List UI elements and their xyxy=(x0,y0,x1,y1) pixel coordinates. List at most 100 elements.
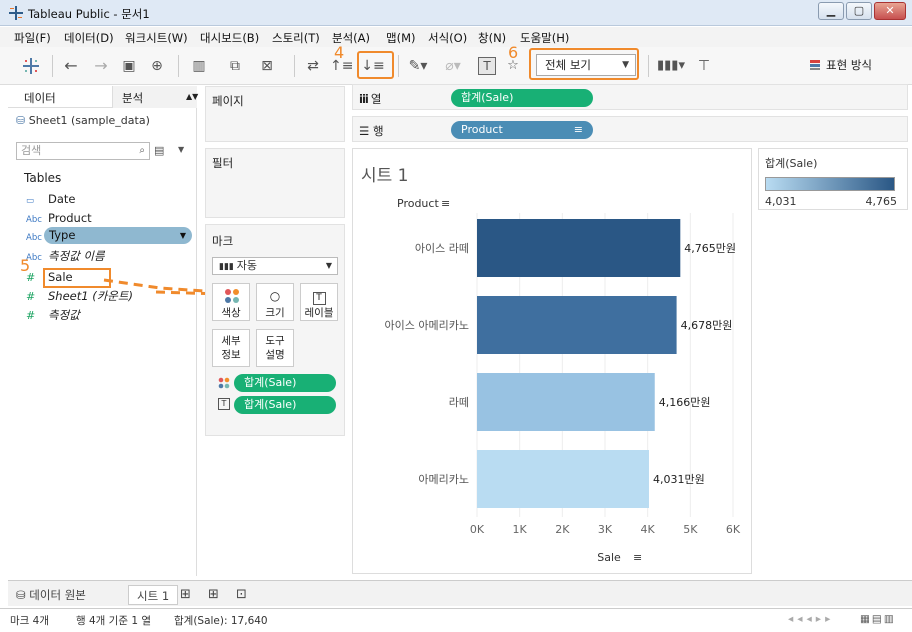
new-datasource-icon[interactable]: ⊕ xyxy=(146,55,168,77)
chevron-down-icon[interactable]: ▼ xyxy=(178,145,184,154)
bar-2 xyxy=(477,296,677,354)
label-icon: T xyxy=(218,398,230,410)
datasource-item[interactable]: ⛁ Sheet1 (sample_data) xyxy=(16,114,150,127)
field-label: Type xyxy=(49,228,76,242)
tab-sheet-1[interactable]: 시트 1 xyxy=(128,585,179,605)
sort-icon: ≡ xyxy=(441,197,450,210)
tableau-home-icon[interactable] xyxy=(20,55,42,77)
menu-story[interactable]: 스토리(T) xyxy=(272,30,320,46)
duplicate-sheet-icon[interactable]: ⧉ xyxy=(224,55,246,77)
label-button[interactable]: T 레이블 xyxy=(300,283,338,321)
color-button[interactable]: 색상 xyxy=(212,283,250,321)
y-axis-title: Product xyxy=(397,197,439,210)
title-bar: Tableau Public - 문서1 ▁ ▢ ✕ xyxy=(0,0,912,26)
color-legend[interactable]: 합계(Sale) 4,031 4,765 xyxy=(758,148,908,210)
label-sale-pill[interactable]: 합계(Sale) xyxy=(234,396,336,414)
search-input[interactable]: 검색 ⌕ xyxy=(16,142,150,160)
x-tick-label: 4K xyxy=(641,523,656,536)
swap-rows-columns-icon[interactable]: ⇄ xyxy=(302,55,324,77)
show-cards-icon[interactable]: ▮▮▮▾ xyxy=(656,55,686,77)
x-tick-label: 5K xyxy=(683,523,698,536)
new-dashboard-icon[interactable]: ⊞ xyxy=(208,585,219,605)
data-label: 4,031만원 xyxy=(653,473,705,486)
field-label: 측정값 이름 xyxy=(48,249,105,263)
columns-shelf[interactable]: iii 열 합계(Sale) xyxy=(352,84,908,110)
legend-title: 합계(Sale) xyxy=(765,157,818,170)
pages-shelf-title: 페이지 xyxy=(212,94,244,108)
tab-datasource[interactable]: ⛁ 데이터 원본 xyxy=(16,585,86,605)
status-rows: 행 4개 기준 1 열 xyxy=(76,615,152,627)
field-date[interactable]: ▭ Date xyxy=(26,190,76,208)
tab-analysis[interactable]: 분석 xyxy=(122,90,143,106)
undo-icon[interactable]: ← xyxy=(60,55,82,77)
show-me-button[interactable]: 표현 방식 xyxy=(810,57,872,73)
chevron-down-icon: ▼ xyxy=(179,231,186,240)
color-sale-pill[interactable]: 합계(Sale) xyxy=(234,374,336,392)
minimize-button[interactable]: ▁ xyxy=(818,2,844,20)
menu-dashboard[interactable]: 대시보드(B) xyxy=(200,30,259,46)
size-button[interactable]: ○ 크기 xyxy=(256,283,294,321)
redo-icon[interactable]: → xyxy=(90,55,112,77)
tooltip-button[interactable]: 도구 설명 xyxy=(256,329,294,367)
new-worksheet-icon[interactable]: ⊞ xyxy=(180,585,191,605)
size-icon: ○ xyxy=(269,289,281,303)
show-me-label: 표현 방식 xyxy=(826,58,872,72)
close-button[interactable]: ✕ xyxy=(874,2,906,20)
show-me-icon xyxy=(810,60,820,70)
save-icon[interactable]: ▣ xyxy=(118,55,140,77)
highlight-pen-icon[interactable]: ✎▾ xyxy=(404,55,432,77)
filters-shelf[interactable]: 필터 xyxy=(205,148,345,218)
sheet-navigation-icon[interactable]: ◂◂◂▸▸ xyxy=(788,613,834,625)
data-label: 4,166만원 xyxy=(659,396,711,409)
mark-type-value: 자동 xyxy=(236,259,257,272)
status-marks: 마크 4개 xyxy=(10,615,49,627)
new-worksheet-icon[interactable]: ▥ xyxy=(186,55,212,77)
rows-shelf[interactable]: ☰ 행 Product ≡ xyxy=(352,116,908,142)
tooltip-label-1: 도구 xyxy=(265,335,285,347)
view-list-icon[interactable]: ▤ xyxy=(154,144,164,157)
marks-card-title: 마크 xyxy=(212,234,234,248)
clear-sheet-icon[interactable]: ⊠ xyxy=(254,55,280,77)
menu-map[interactable]: 맵(M) xyxy=(386,30,415,46)
menu-file[interactable]: 파일(F) xyxy=(14,30,51,46)
new-story-icon[interactable]: ⊡ xyxy=(236,585,247,605)
x-tick-label: 3K xyxy=(598,523,613,536)
field-product[interactable]: Abc Product xyxy=(26,209,92,227)
bar-chart: Product ≡아이스 라떼 4,765만원아이스 아메리카노 4,678만원라떼 4… xyxy=(385,197,741,564)
presentation-mode-icon[interactable]: ⊤ xyxy=(694,55,714,77)
category-label: 아이스 아메리카노 xyxy=(385,319,469,332)
field-measure-values[interactable]: # 측정값 xyxy=(26,306,80,324)
field-measure-names[interactable]: Abc 측정값 이름 xyxy=(26,247,105,265)
view-switcher-icon[interactable]: ▦▤▥ xyxy=(860,613,896,625)
calendar-icon: ▭ xyxy=(26,196,35,206)
menu-worksheet[interactable]: 워크시트(W) xyxy=(125,30,188,46)
legend-min-value: 4,031 xyxy=(765,195,797,208)
detail-button[interactable]: 세부 정보 xyxy=(212,329,250,367)
field-label: Product xyxy=(48,211,92,225)
mark-type-select[interactable]: ▮▮▮ 자동 ▼ xyxy=(212,257,338,275)
pane-menu-icon[interactable]: ▲▼ xyxy=(186,92,198,101)
label-icon: T xyxy=(301,287,337,305)
menu-help[interactable]: 도움말(H) xyxy=(520,30,569,46)
tableau-logo-icon xyxy=(9,6,23,20)
pages-shelf[interactable]: 페이지 xyxy=(205,86,345,142)
show-mark-labels-icon[interactable]: T xyxy=(476,55,498,77)
menu-window[interactable]: 창(N) xyxy=(478,30,506,46)
annotation-number-6: 6 xyxy=(508,43,519,62)
rows-product-pill[interactable]: Product ≡ xyxy=(451,121,593,139)
menu-format[interactable]: 서식(O) xyxy=(428,30,467,46)
maximize-button[interactable]: ▢ xyxy=(846,2,872,20)
annotation-number-4: 4 xyxy=(334,43,345,62)
field-type-selected-pill[interactable]: Type ▼ xyxy=(44,227,192,244)
field-label: Date xyxy=(48,192,76,206)
annotation-number-5: 5 xyxy=(20,256,31,275)
x-axis-title: Sale xyxy=(597,551,621,564)
sort-icon: ≡ xyxy=(633,551,642,564)
number-type-icon: # xyxy=(26,309,36,322)
sort-descending-highlight xyxy=(357,51,394,79)
tab-data[interactable]: 데이터 xyxy=(24,90,56,106)
group-members-icon[interactable]: ⌀▾ xyxy=(440,55,466,77)
menu-data[interactable]: 데이터(D) xyxy=(64,30,114,46)
columns-sale-pill[interactable]: 합계(Sale) xyxy=(451,89,593,107)
rows-icon: ☰ xyxy=(359,124,373,138)
